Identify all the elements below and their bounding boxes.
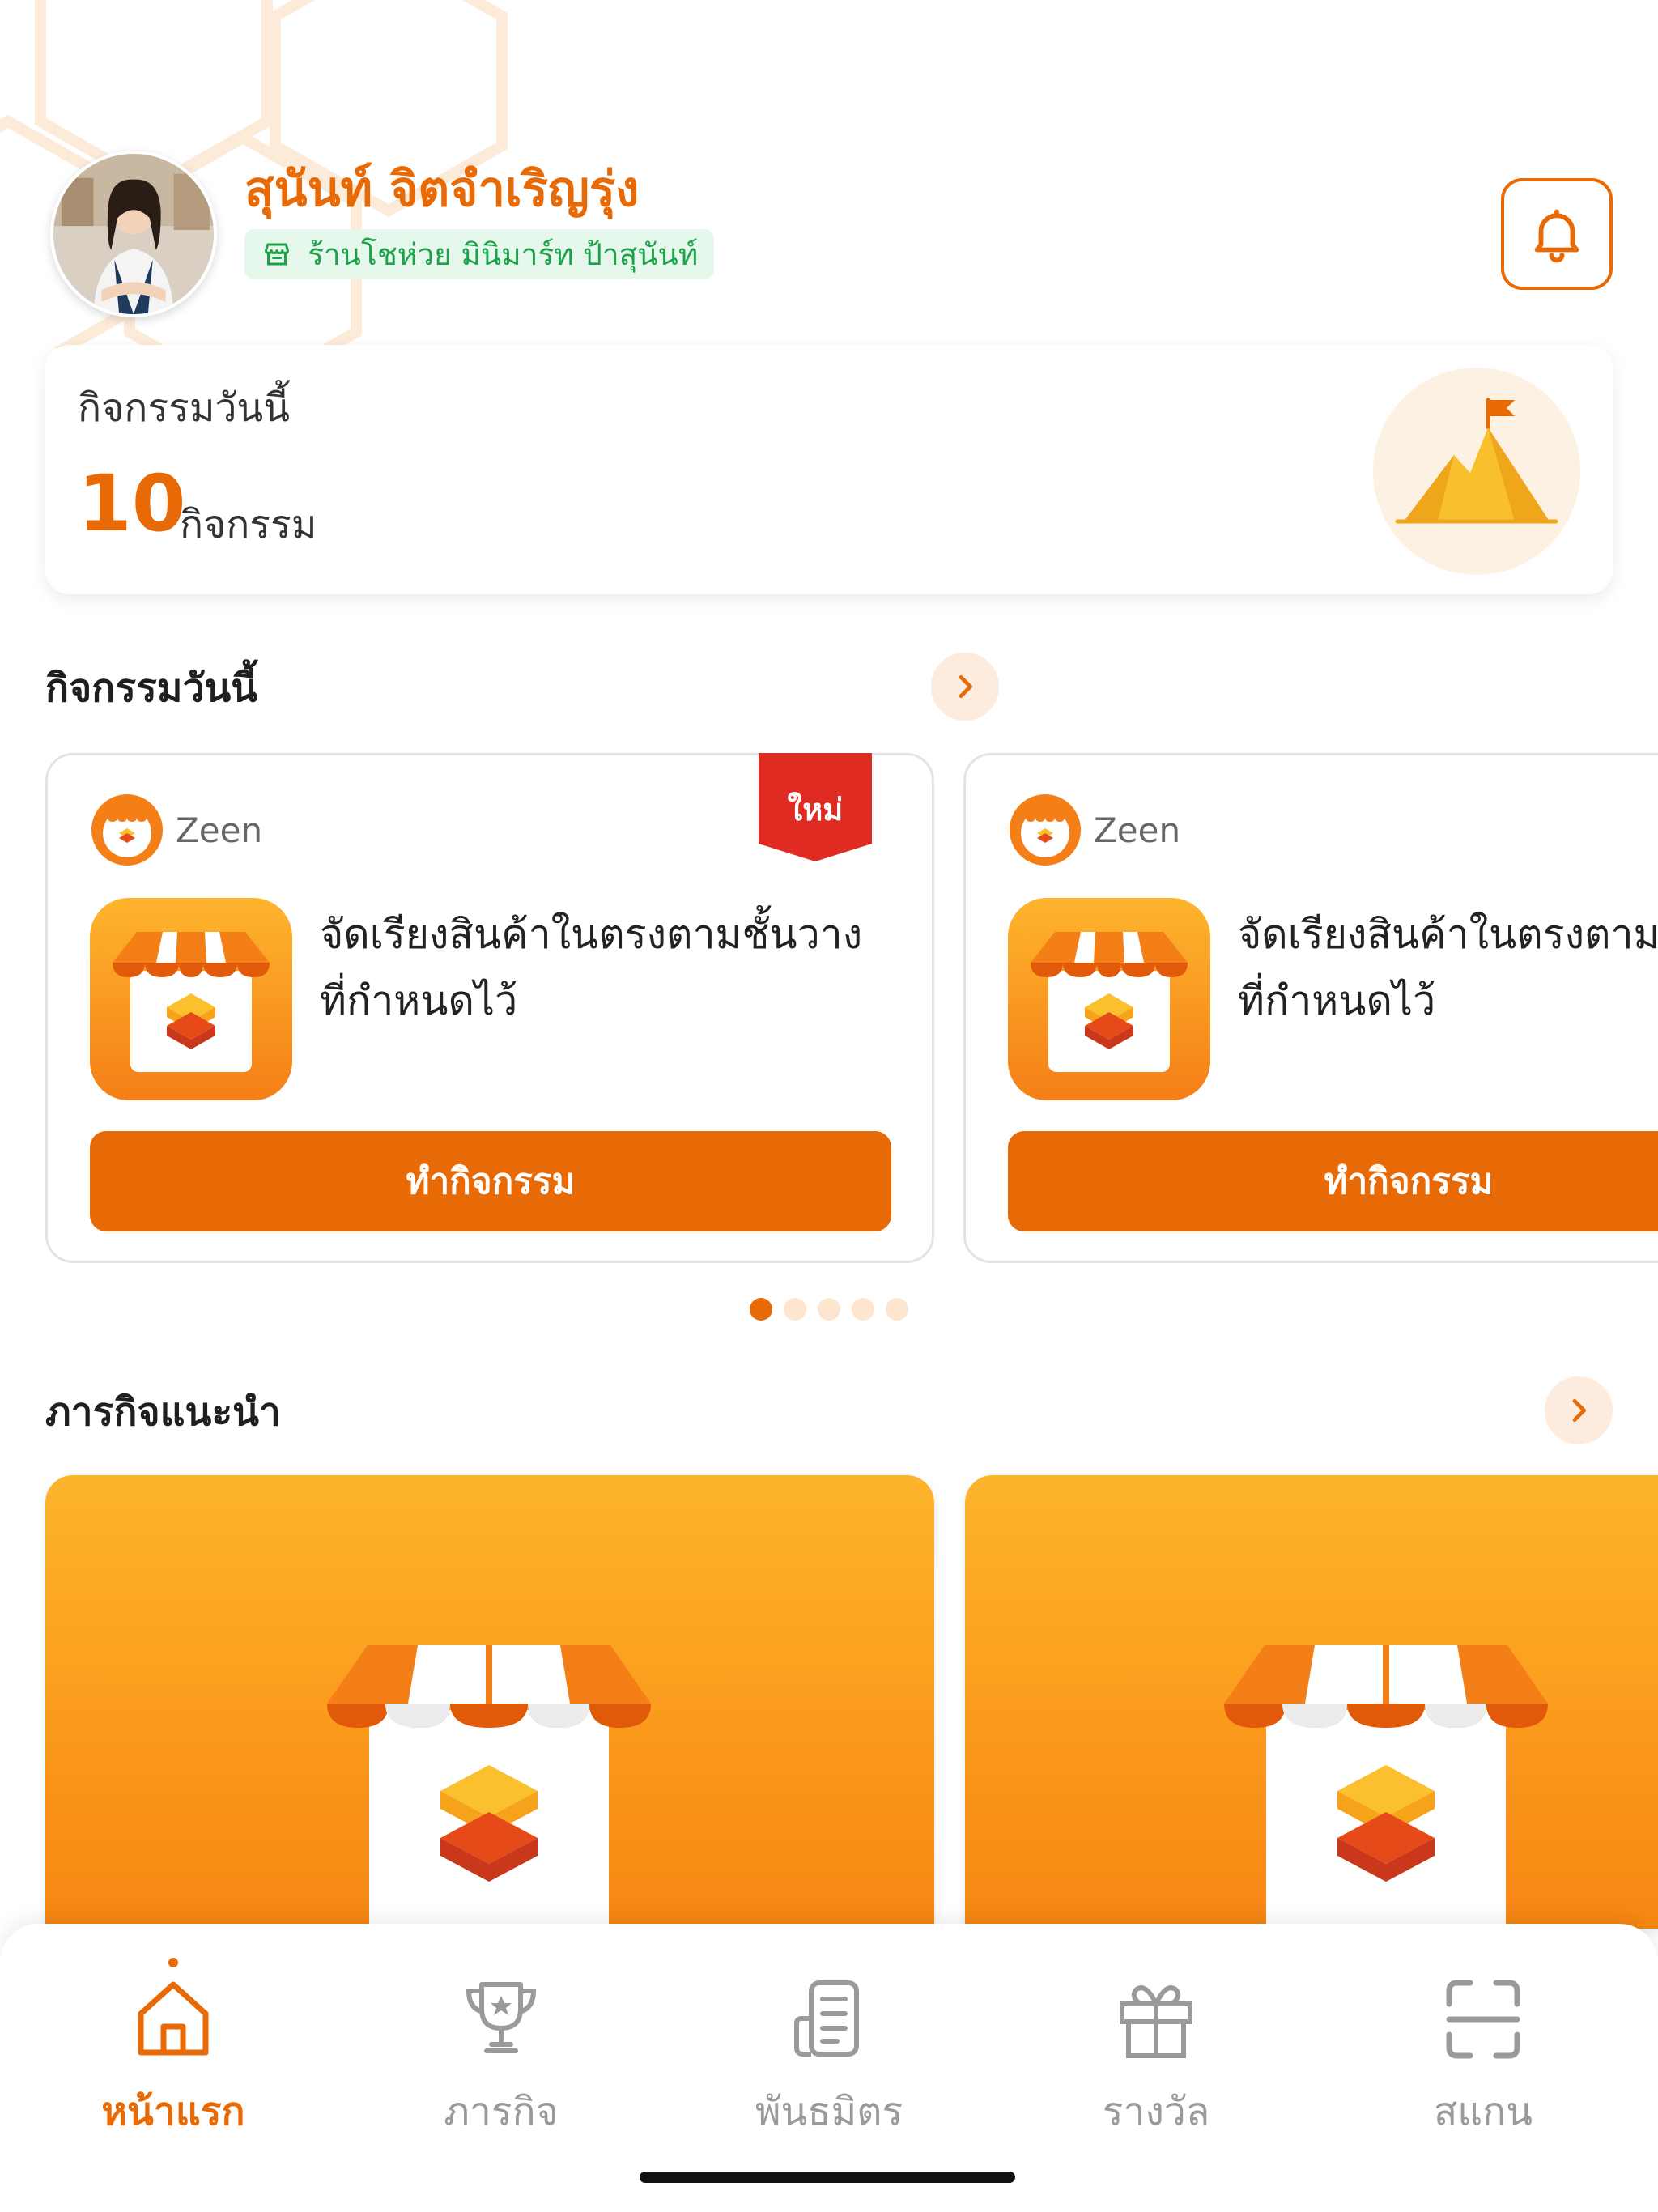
mission-card[interactable]	[965, 1475, 1658, 1929]
partner-building-icon	[794, 1980, 859, 2057]
gift-icon	[1120, 1985, 1192, 2058]
nav-label: รางวัล	[1102, 2089, 1210, 2134]
notification-button[interactable]	[1501, 178, 1613, 290]
brand-name: Zeen	[1094, 810, 1181, 850]
nav-active-indicator	[168, 1958, 178, 1967]
today-activities-more-button[interactable]	[931, 653, 999, 721]
mountain-flag-icon	[1373, 368, 1580, 575]
nav-label: สแกน	[1433, 2089, 1533, 2134]
store-icon	[265, 243, 289, 266]
zeen-store-app-icon	[90, 898, 292, 1100]
recommended-missions-more-button[interactable]	[1545, 1376, 1613, 1444]
pager-dot[interactable]	[852, 1298, 874, 1321]
home-indicator[interactable]	[640, 2172, 1015, 2183]
store-badge[interactable]: ร้านโชห่วย มินิมาร์ท ป้าสุนันท์	[244, 229, 715, 279]
nav-item-rewards[interactable]: รางวัล	[1035, 1924, 1278, 2167]
store-name: ร้านโชห่วย มินิมาร์ท ป้าสุนันท์	[308, 236, 699, 272]
do-activity-button[interactable]: ทำกิจกรรม	[1008, 1131, 1658, 1231]
home-screen: สุนันท์ จิตจำเริญรุ่ง ร้านโชห่วย มินิมาร…	[0, 0, 1658, 2212]
summary-unit: กิจกรรม	[180, 502, 317, 547]
recommended-missions-title: ภารกิจแนะนำ	[45, 1389, 281, 1435]
new-badge-label: ใหม่	[787, 792, 844, 827]
activity-card[interactable]: Zeen ใหม่ จัดเรียงสินค้าในตรงตามชั้นวาง …	[45, 753, 934, 1263]
scan-icon	[1446, 1980, 1520, 2059]
chevron-right-icon	[1572, 1399, 1586, 1422]
home-icon	[138, 1981, 209, 2056]
trophy-icon	[466, 1982, 537, 2053]
zeen-logo-icon	[1010, 794, 1081, 866]
activity-title: จัดเรียงสินค้าในตรงตามชั้นวาง ที่กำหนดไว…	[1238, 911, 1658, 1024]
activity-title: จัดเรียงสินค้าในตรงตามชั้นวาง ที่กำหนดไว…	[320, 911, 863, 1024]
avatar[interactable]	[50, 151, 217, 317]
zeen-store-illustration-icon	[1224, 1645, 1548, 1929]
nav-item-partners[interactable]: พันธมิตร	[708, 1924, 950, 2167]
zeen-logo-icon	[91, 794, 163, 866]
nav-item-scan[interactable]: สแกน	[1362, 1924, 1605, 2167]
today-activities-title: กิจกรรมวันนี้	[45, 666, 258, 711]
today-summary-card[interactable]: กิจกรรมวันนี้ 10 กิจกรรม	[45, 345, 1613, 594]
nav-item-missions[interactable]: ภารกิจ	[380, 1924, 623, 2167]
bell-icon	[1534, 209, 1579, 263]
pager-dot[interactable]	[886, 1298, 908, 1321]
pager-dot[interactable]	[784, 1298, 806, 1321]
bottom-navigation: หน้าแรก ภารกิจ พันธมิตร รางวัล สแกน	[0, 1924, 1658, 2212]
user-name: สุนันท์ จิตจำเริญรุ่ง	[244, 161, 640, 218]
nav-item-home[interactable]: หน้าแรก	[52, 1924, 295, 2167]
chevron-right-icon	[959, 675, 972, 698]
nav-label: หน้าแรก	[101, 2089, 245, 2134]
brand-name: Zeen	[176, 810, 263, 850]
do-activity-button[interactable]: ทำกิจกรรม	[90, 1131, 891, 1231]
nav-label: ภารกิจ	[444, 2089, 559, 2134]
activity-card[interactable]: Zeen จัดเรียงสินค้าในตรงตามชั้นวาง ที่กำ…	[963, 753, 1658, 1263]
nav-label: พันธมิตร	[755, 2089, 903, 2134]
pager-dot-active[interactable]	[750, 1298, 772, 1321]
zeen-store-illustration-icon	[327, 1645, 651, 1929]
summary-count: 10	[78, 458, 186, 549]
mission-card[interactable]	[45, 1475, 934, 1929]
carousel-pager	[750, 1298, 908, 1321]
zeen-store-app-icon	[1008, 898, 1210, 1100]
pager-dot[interactable]	[818, 1298, 840, 1321]
summary-label: กิจกรรมวันนี้	[78, 385, 291, 431]
